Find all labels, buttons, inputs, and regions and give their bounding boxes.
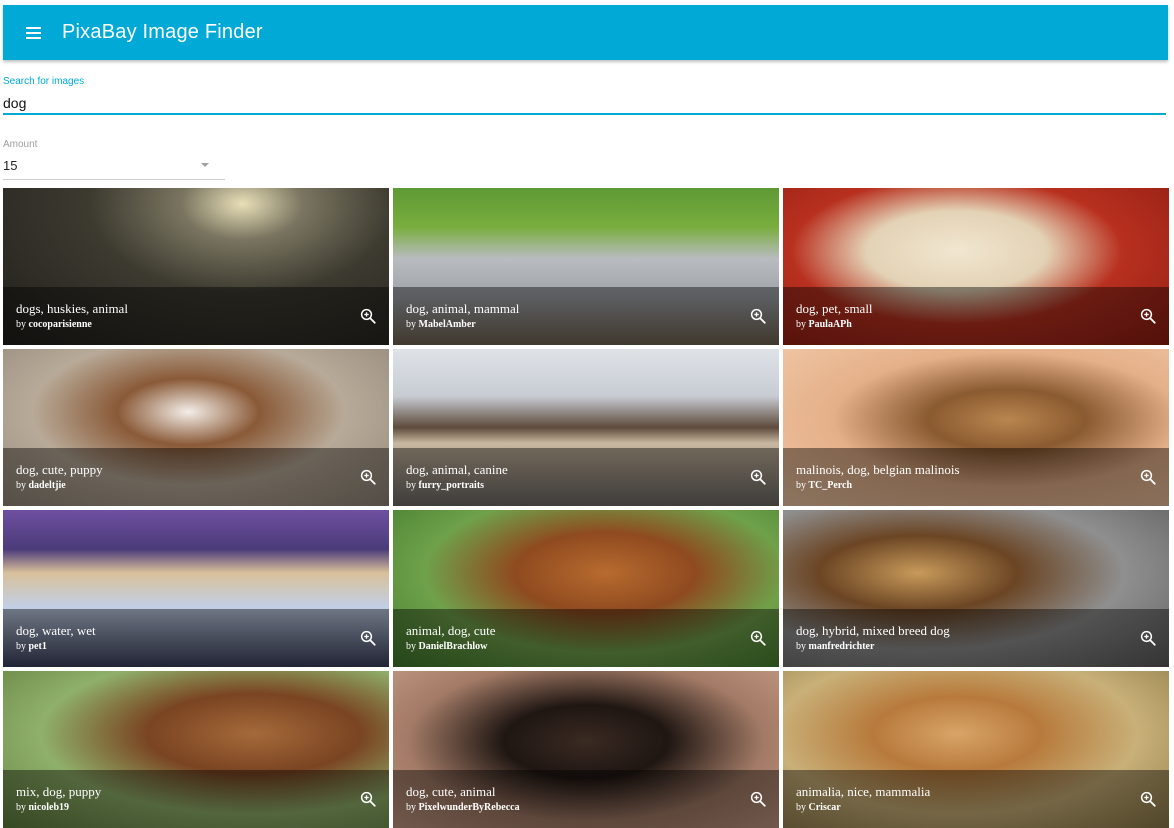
author-name: dadeltjie [28, 480, 66, 491]
app-bar: PixaBay Image Finder [3, 5, 1168, 60]
amount-field: Amount 15 [3, 139, 225, 181]
author-name: manfredrichter [808, 641, 875, 652]
image-author: by DanielBrachlow [406, 641, 487, 652]
zoom-in-icon[interactable] [749, 307, 767, 325]
image-author: by MabelAmber [406, 319, 476, 330]
author-prefix: by [406, 802, 416, 813]
author-prefix: by [796, 319, 806, 330]
author-prefix: by [16, 319, 26, 330]
image-card[interactable]: mix, dog, puppy by nicoleb19 [3, 671, 389, 828]
image-card[interactable]: animal, dog, cute by DanielBrachlow [393, 510, 779, 667]
author-name: pet1 [28, 641, 47, 652]
image-tags: dog, cute, animal [406, 784, 496, 799]
author-name: furry_portraits [418, 480, 485, 491]
image-tags: mix, dog, puppy [16, 784, 102, 799]
image-card[interactable]: dog, cute, animal by PixelwunderByRebecca [393, 671, 779, 828]
image-author: by nicoleb19 [16, 802, 69, 813]
author-prefix: by [796, 802, 806, 813]
search-label: Search for images [3, 76, 85, 87]
image-card[interactable]: dog, cute, puppy by dadeltjie [3, 349, 389, 506]
author-name: MabelAmber [418, 319, 476, 330]
zoom-in-icon[interactable] [749, 629, 767, 647]
image-author: by TC_Perch [796, 480, 852, 491]
author-prefix: by [406, 319, 416, 330]
image-card[interactable]: animalia, nice, mammalia by Criscar [783, 671, 1169, 828]
image-tags: dog, cute, puppy [16, 462, 103, 477]
image-tags: dog, water, wet [16, 623, 96, 638]
author-name: PixelwunderByRebecca [418, 802, 520, 813]
author-name: TC_Perch [808, 480, 853, 491]
image-card[interactable]: dogs, huskies, animal by cocoparisienne [3, 188, 389, 345]
author-name: Criscar [808, 802, 841, 813]
author-name: nicoleb19 [28, 802, 70, 813]
image-tags: dog, animal, mammal [406, 301, 520, 316]
amount-value: 15 [3, 158, 18, 173]
image-author: by PaulaAPh [796, 319, 852, 330]
author-name: DanielBrachlow [418, 641, 488, 652]
search-field: Search for images [3, 76, 1166, 118]
image-author: by PixelwunderByRebecca [406, 802, 520, 813]
dropdown-arrow-icon [201, 163, 209, 167]
search-input[interactable] [3, 93, 1166, 115]
zoom-in-icon[interactable] [359, 629, 377, 647]
image-card[interactable]: dog, animal, canine by furry_portraits [393, 349, 779, 506]
image-card[interactable]: dog, animal, mammal by MabelAmber [393, 188, 779, 345]
image-author: by pet1 [16, 641, 47, 652]
image-author: by manfredrichter [796, 641, 874, 652]
zoom-in-icon[interactable] [359, 307, 377, 325]
image-tags: malinois, dog, belgian malinois [796, 462, 960, 477]
image-tags: dog, hybrid, mixed breed dog [796, 623, 950, 638]
amount-select[interactable]: 15 [3, 154, 225, 180]
author-prefix: by [406, 641, 416, 652]
zoom-in-icon[interactable] [1139, 307, 1157, 325]
author-prefix: by [406, 480, 416, 491]
image-tags: dog, pet, small [796, 301, 873, 316]
image-tags: animal, dog, cute [406, 623, 496, 638]
image-card[interactable]: dog, water, wet by pet1 [3, 510, 389, 667]
zoom-in-icon[interactable] [1139, 629, 1157, 647]
image-card[interactable]: malinois, dog, belgian malinois by TC_Per… [783, 349, 1169, 506]
zoom-in-icon[interactable] [1139, 790, 1157, 808]
image-grid: dogs, huskies, animal by cocoparisienne do… [3, 188, 1169, 828]
zoom-in-icon[interactable] [359, 468, 377, 486]
author-name: PaulaAPh [808, 319, 852, 330]
app-title: PixaBay Image Finder [62, 21, 263, 43]
amount-label: Amount [3, 139, 38, 150]
author-prefix: by [796, 641, 806, 652]
image-tags: animalia, nice, mammalia [796, 784, 931, 799]
author-prefix: by [16, 641, 26, 652]
zoom-in-icon[interactable] [359, 790, 377, 808]
author-name: cocoparisienne [28, 319, 92, 330]
image-author: by Criscar [796, 802, 841, 813]
image-tags: dog, animal, canine [406, 462, 508, 477]
zoom-in-icon[interactable] [749, 790, 767, 808]
menu-icon[interactable] [18, 18, 48, 48]
zoom-in-icon[interactable] [749, 468, 767, 486]
author-prefix: by [796, 480, 806, 491]
zoom-in-icon[interactable] [1139, 468, 1157, 486]
image-author: by dadeltjie [16, 480, 66, 491]
image-card[interactable]: dog, hybrid, mixed breed dog by manfredri… [783, 510, 1169, 667]
image-tags: dogs, huskies, animal [16, 301, 128, 316]
author-prefix: by [16, 802, 26, 813]
author-prefix: by [16, 480, 26, 491]
image-card[interactable]: dog, pet, small by PaulaAPh [783, 188, 1169, 345]
image-author: by cocoparisienne [16, 319, 92, 330]
image-author: by furry_portraits [406, 480, 484, 491]
